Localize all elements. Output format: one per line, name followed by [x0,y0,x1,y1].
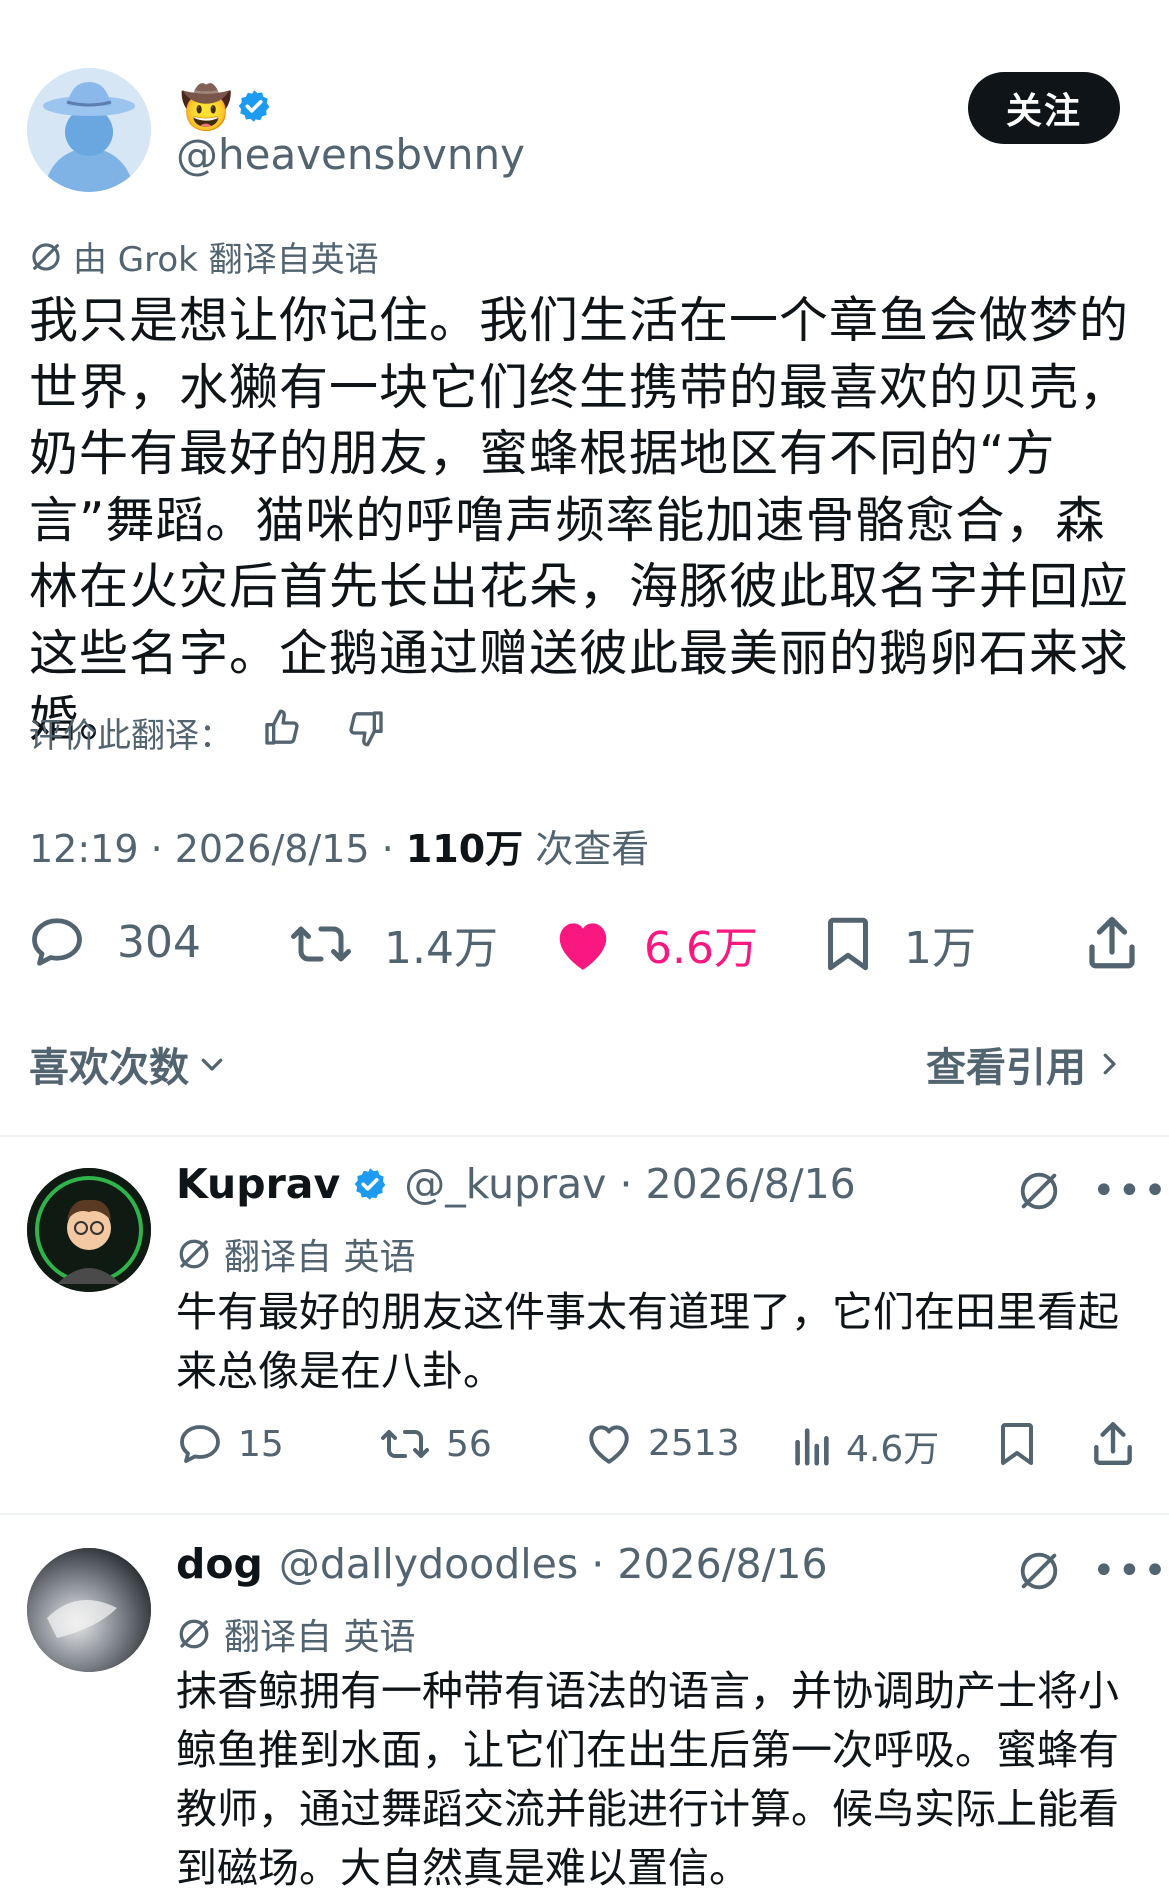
more-options-icon[interactable]: ••• [1092,1168,1169,1214]
more-options-icon[interactable]: ••• [1092,1548,1169,1594]
verified-badge-icon [352,1166,388,1202]
reply-reply-count: 15 [238,1423,284,1465]
bar-chart-icon [790,1423,832,1469]
reply-author-handle[interactable]: @dallydoodles · 2026/8/16 [279,1540,828,1588]
reply-translation-text: 翻译自 英语 [224,1237,416,1278]
reply-count: 304 [117,916,201,968]
reply-icon [27,912,87,972]
reply-author-name[interactable]: dog [176,1540,263,1588]
translate-icon[interactable] [1016,1548,1062,1594]
verified-badge-icon [236,88,272,124]
reply-header: Kuprav @_kuprav · 2026/8/16 [176,1160,856,1208]
views-count: 110万 [405,827,524,871]
reply-header: dog @dallydoodles · 2026/8/16 [176,1540,828,1588]
share-icon[interactable] [1090,1418,1136,1468]
translate-icon[interactable] [1016,1168,1062,1214]
like-button[interactable]: 6.6万 [552,912,758,976]
reply-like-button[interactable]: 2513 [584,1420,740,1466]
author-avatar[interactable] [27,68,151,192]
reply-avatar[interactable] [27,1548,151,1672]
repost-button[interactable]: 1.4万 [288,912,498,976]
reply-button[interactable]: 304 [27,912,201,972]
author-handle[interactable]: @heavensbvnny [176,130,525,179]
reply-translation-text: 翻译自 英语 [224,1617,416,1658]
reply-text: 牛有最好的朋友这件事太有道理了，它们在田里看起来总像是在八卦。 [176,1288,1119,1395]
reply-translation-note[interactable]: 翻译自 英语 [176,1228,415,1280]
translate-icon [29,240,63,274]
heart-icon [584,1420,634,1466]
reply-text: 抹香鲸拥有一种带有语法的语言，并协调助产士将小鲸鱼推到水面，让它们在出生后第一次… [176,1667,1119,1892]
view-quotes-link[interactable]: 查看引用 [926,1035,1124,1093]
bookmark-icon[interactable] [996,1420,1038,1468]
repost-count: 1.4万 [384,923,498,974]
bookmark-button[interactable]: 1万 [822,912,976,976]
post-time[interactable]: 12:19 · 2026/8/15 · [29,827,406,871]
reply-like-count: 2513 [648,1422,740,1464]
reply-repost-count: 56 [446,1423,492,1465]
thumbs-down-icon[interactable] [346,708,386,748]
chevron-right-icon [1094,1049,1124,1079]
like-count: 6.6万 [644,923,758,974]
reply-repost-button[interactable]: 56 [378,1420,492,1468]
post-meta: 12:19 · 2026/8/15 · 110万 次查看 [29,818,649,873]
likes-count-label: 喜欢次数 [29,1045,189,1091]
thumbs-up-icon[interactable] [262,708,302,748]
reply-avatar[interactable] [27,1168,151,1292]
reply-views-button[interactable]: 4.6万 [790,1420,939,1472]
translation-note[interactable]: 由 Grok 翻译自英语 [29,232,379,281]
bookmark-count: 1万 [904,923,976,974]
share-icon[interactable] [1084,912,1140,972]
translation-note-text: 由 Grok 翻译自英语 [73,240,379,280]
repost-icon [378,1420,432,1468]
chevron-down-icon [197,1049,227,1079]
author-name-emoji[interactable]: 🤠 [180,84,232,132]
rate-translation-label: 评价此翻译： [29,716,233,756]
reply-icon [176,1420,224,1468]
heart-filled-icon [552,915,614,973]
reply-reply-button[interactable]: 15 [176,1420,284,1468]
post-text: 我只是想让你记住。我们生活在一个章鱼会做梦的世界，水獭有一块它们终生携带的最喜欢… [29,292,1130,748]
bookmark-icon [822,914,874,974]
divider [0,1135,1169,1137]
view-quotes-label: 查看引用 [926,1045,1086,1091]
reply-translation-note[interactable]: 翻译自 英语 [176,1608,415,1660]
views-label: 次查看 [523,827,650,871]
divider [0,1513,1169,1515]
likes-count-link[interactable]: 喜欢次数 [29,1035,227,1093]
reply-view-count: 4.6万 [846,1429,940,1470]
follow-button[interactable]: 关注 [968,72,1120,144]
reply-author-name[interactable]: Kuprav [176,1160,340,1208]
translate-icon [176,1616,212,1652]
repost-icon [288,914,354,974]
reply-author-handle[interactable]: @_kuprav · 2026/8/16 [404,1160,856,1208]
translate-icon [176,1236,212,1272]
